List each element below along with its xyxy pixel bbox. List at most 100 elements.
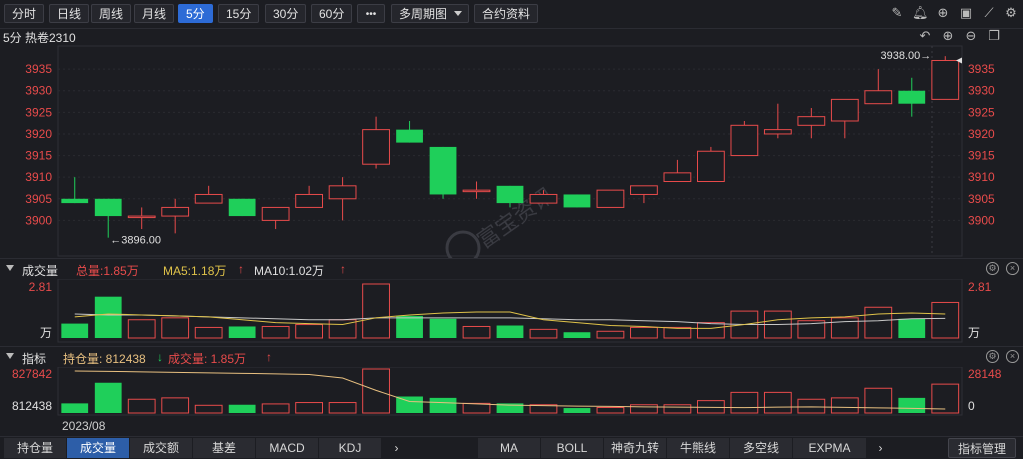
- volume-bar: [630, 326, 658, 339]
- collapse-icon[interactable]: [6, 265, 14, 271]
- high-annotation: 3938.00→: [880, 50, 931, 62]
- candle-body: [563, 194, 591, 208]
- tabs-next-left-button[interactable]: ›: [386, 438, 408, 458]
- indicator-volume-bar: [596, 407, 625, 414]
- settings-icon[interactable]: ⚙: [986, 350, 999, 363]
- toolbar: 分时 日线 周线 月线 5分 15分 30分 60分 ••• 多周期图 合约资料…: [0, 0, 1023, 29]
- volume-y-unit-left: 万: [40, 326, 52, 340]
- tab-kdj[interactable]: KDJ: [319, 438, 382, 458]
- plus-icon[interactable]: ⊕: [940, 28, 956, 44]
- volume-bar: [295, 324, 324, 339]
- more-button[interactable]: •••: [357, 4, 385, 23]
- y-tick-label-left: 3920: [25, 127, 52, 141]
- volume-panel-title: 成交量: [22, 264, 59, 278]
- candle-body: [864, 90, 893, 105]
- candle-body: [228, 198, 256, 217]
- volume-bar: [931, 301, 960, 339]
- oi-y-max-left: 827842: [12, 367, 52, 381]
- y-tick-label-right: 3920: [968, 127, 995, 141]
- open-interest-label: 持仓量: 812438: [63, 352, 146, 366]
- y-tick-label-right: 3935: [968, 62, 995, 76]
- tab-bull-bear[interactable]: 牛熊线: [667, 438, 730, 458]
- volume-bar: [161, 317, 190, 339]
- tab-expma[interactable]: EXPMA: [793, 438, 867, 458]
- indicator-volume-bar: [696, 400, 725, 414]
- tab-ma[interactable]: MA: [478, 438, 541, 458]
- main-chart-header: 5分 热卷2310 ↶ ⊕ ⊖ ❐: [0, 28, 1023, 45]
- close-icon[interactable]: ×: [1006, 262, 1019, 275]
- indicator-volume-bar: [797, 398, 826, 414]
- candle-body: [127, 215, 156, 219]
- period-button-60min[interactable]: 60分: [311, 4, 353, 23]
- y-tick-label-left: 3910: [25, 170, 52, 184]
- period-button-5min[interactable]: 5分: [178, 4, 213, 23]
- bell-icon[interactable]: 🔔︎: [912, 5, 929, 21]
- minus-icon[interactable]: ⊖: [963, 28, 979, 44]
- volume-bar: [261, 325, 290, 339]
- tab-turnover[interactable]: 成交额: [130, 438, 193, 458]
- tab-basis[interactable]: 基差: [193, 438, 256, 458]
- contract-info-button[interactable]: 合约资料: [474, 4, 539, 23]
- chart-canvas[interactable]: 富宝资讯 3900 3900 3905 3905 3910 3910 3915 3915 3920…: [0, 0, 1023, 458]
- candle-body: [429, 146, 457, 195]
- indicator-volume-bar: [563, 408, 591, 413]
- volume-bar: [61, 323, 89, 338]
- y-tick-label-left: 3930: [25, 84, 52, 98]
- period-button-30min[interactable]: 30分: [265, 4, 307, 23]
- tab-volume[interactable]: 成交量: [67, 438, 130, 458]
- period-button-fenshi[interactable]: 分时: [4, 4, 45, 23]
- y-tick-label-left: 3905: [25, 192, 52, 206]
- volume-bar: [529, 328, 558, 339]
- indicator-volume-bar: [261, 403, 290, 414]
- indicator-volume-bar: [931, 383, 960, 414]
- y-tick-label-right: 3905: [968, 192, 995, 206]
- period-button-day[interactable]: 日线: [49, 4, 90, 23]
- indicator-panel-header: 指标 持仓量: 812438 ↓ 成交量: 1.85万 ↑ ⚙ ×: [0, 346, 1023, 367]
- y-tick-label-left: 3915: [25, 149, 52, 163]
- crosshair-icon[interactable]: ⊕: [935, 5, 951, 21]
- ruler-icon[interactable]: ⟋: [981, 5, 997, 21]
- volume-bar: [462, 325, 491, 339]
- vol-y-max-right: 28148: [968, 367, 1002, 381]
- multi-period-dropdown[interactable]: 多周期图: [391, 4, 469, 23]
- indicator-volume-bar: [663, 404, 692, 414]
- arrow-down-icon: ↓: [157, 350, 163, 364]
- volume-bar: [563, 332, 591, 338]
- oi-y-min-left: 812438: [12, 399, 52, 413]
- y-tick-label-left: 3900: [25, 213, 52, 227]
- volume-bar: [328, 319, 357, 339]
- indicator-volume-bar: [429, 397, 457, 413]
- volume-bar: [362, 283, 390, 339]
- indicator-volume-label: 成交量: 1.85万: [168, 352, 247, 366]
- tab-td-nine[interactable]: 神奇九转: [604, 438, 667, 458]
- indicator-volume-bar: [830, 397, 859, 414]
- undo-icon[interactable]: ↶: [917, 28, 933, 44]
- period-button-15min[interactable]: 15分: [218, 4, 260, 23]
- candle-body: [496, 185, 524, 204]
- volume-bar: [596, 330, 625, 339]
- period-button-month[interactable]: 月线: [134, 4, 175, 23]
- indicator-volume-bar: [496, 403, 524, 413]
- close-icon[interactable]: ×: [1006, 350, 1019, 363]
- indicator-volume-bar: [61, 403, 89, 413]
- tabs-next-right-button[interactable]: ›: [870, 438, 892, 458]
- tab-long-short[interactable]: 多空线: [730, 438, 793, 458]
- indicator-manage-button[interactable]: 指标管理: [948, 438, 1016, 458]
- indicator-volume-bar: [328, 402, 357, 414]
- volume-bar: [496, 325, 524, 338]
- volume-bar: [864, 306, 893, 339]
- tab-open-interest[interactable]: 持仓量: [4, 438, 67, 458]
- period-button-week[interactable]: 周线: [91, 4, 132, 23]
- collapse-icon[interactable]: [6, 353, 14, 359]
- settings-icon[interactable]: ⚙: [986, 262, 999, 275]
- tab-boll[interactable]: BOLL: [541, 438, 604, 458]
- volume-bar: [94, 296, 122, 338]
- tab-macd[interactable]: MACD: [256, 438, 319, 458]
- pen-icon[interactable]: ✎: [889, 5, 905, 21]
- indicator-volume-bar: [161, 397, 190, 414]
- bottom-tab-bar: 持仓量 成交量 成交额 基差 MACD KDJ › MA BOLL 神奇九转 牛…: [0, 436, 1023, 459]
- window-icon[interactable]: ❐: [986, 28, 1002, 44]
- indicator-volume-bar: [529, 404, 558, 414]
- camera-icon[interactable]: ▣: [958, 5, 974, 21]
- gear-icon[interactable]: ⚙: [1003, 5, 1019, 21]
